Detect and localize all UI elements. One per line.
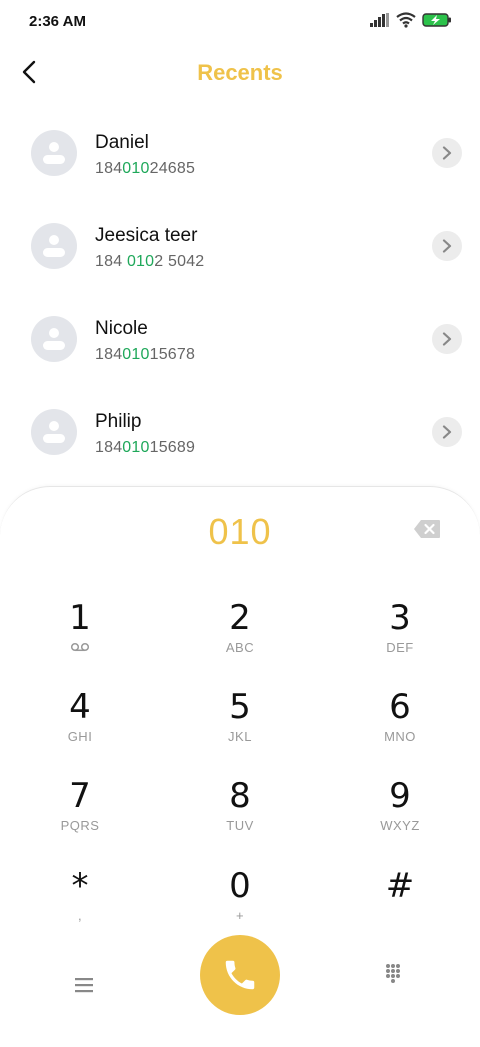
key-digit: # <box>385 866 415 906</box>
contact-details-button[interactable] <box>432 231 462 261</box>
key-8[interactable]: 8 TUV <box>180 776 300 856</box>
call-button[interactable] <box>200 935 280 1015</box>
avatar <box>31 223 77 269</box>
menu-icon <box>75 978 93 993</box>
key-digit: 6 <box>389 687 411 727</box>
key-letters: GHI <box>67 729 93 744</box>
contact-number: 18401015689 <box>95 439 196 456</box>
key-digit: 4 <box>69 687 91 727</box>
wifi-icon <box>396 12 416 28</box>
list-item[interactable]: Philip 18401015689 <box>0 387 480 480</box>
key-3[interactable]: 3 DEF <box>340 598 460 678</box>
chevron-right-icon <box>442 146 452 160</box>
status-time: 2:36 AM <box>29 13 86 30</box>
contact-number: 18401015678 <box>95 346 196 363</box>
keypad-toggle-button[interactable] <box>383 962 407 986</box>
key-digit: 2 <box>229 598 251 638</box>
avatar <box>31 316 77 362</box>
key-0[interactable]: 0 + <box>180 866 300 946</box>
key-letters: + <box>235 908 245 923</box>
key-7[interactable]: 7 PQRS <box>20 776 140 856</box>
contact-name: Nicole <box>95 318 148 339</box>
contact-name: Daniel <box>95 132 149 153</box>
key-digit: 1 <box>69 598 91 638</box>
key-digit: 5 <box>229 687 251 727</box>
key-letters: PQRS <box>60 818 100 833</box>
header: Recents <box>0 44 480 100</box>
key-letters: TUV <box>226 818 254 833</box>
contact-number: 18401024685 <box>95 160 196 177</box>
key-digit: 8 <box>229 776 251 816</box>
contact-name: Philip <box>95 411 142 432</box>
battery-charging-icon <box>422 13 451 27</box>
list-item[interactable]: Nicole 18401015678 <box>0 294 480 387</box>
contact-name: Jeesica teer <box>95 225 198 246</box>
key-digit: * <box>71 866 89 906</box>
key-digit: 9 <box>389 776 411 816</box>
contact-details-button[interactable] <box>432 324 462 354</box>
key-letters: MNO <box>384 729 416 744</box>
chevron-right-icon <box>442 425 452 439</box>
key-letters: ABC <box>225 640 255 655</box>
key-letters: , <box>77 908 83 923</box>
key-letters: JKL <box>228 729 252 744</box>
recents-list: Daniel 18401024685 Jeesica teer 184 0102… <box>0 108 480 480</box>
voicemail-icon <box>70 642 90 652</box>
signal-icon <box>370 13 389 27</box>
contact-details-button[interactable] <box>432 417 462 447</box>
key-letters: WXYZ <box>380 818 420 833</box>
key-6[interactable]: 6 MNO <box>340 687 460 767</box>
chevron-right-icon <box>442 239 452 253</box>
key-letters: DEF <box>386 640 414 655</box>
contact-details-button[interactable] <box>432 138 462 168</box>
menu-button[interactable] <box>72 974 98 996</box>
avatar <box>31 130 77 176</box>
person-icon <box>43 328 65 350</box>
key-hash[interactable]: # <box>340 866 460 946</box>
key-9[interactable]: 9 WXYZ <box>340 776 460 856</box>
status-bar: 2:36 AM <box>0 0 480 44</box>
phone-icon <box>225 960 255 990</box>
avatar <box>31 409 77 455</box>
key-1[interactable]: 1 <box>20 598 140 678</box>
chevron-right-icon <box>442 332 452 346</box>
key-digit: 7 <box>69 776 91 816</box>
page-title: Recents <box>197 60 283 85</box>
key-4[interactable]: 4 GHI <box>20 687 140 767</box>
person-icon <box>43 142 65 164</box>
key-star[interactable]: * , <box>20 866 140 946</box>
person-icon <box>43 235 65 257</box>
contact-number: 184 0102 5042 <box>95 253 205 270</box>
key-5[interactable]: 5 JKL <box>180 687 300 767</box>
list-item[interactable]: Daniel 18401024685 <box>0 108 480 201</box>
key-2[interactable]: 2 ABC <box>180 598 300 678</box>
dialed-number-display[interactable]: 010 <box>0 511 480 553</box>
backspace-icon[interactable] <box>413 519 441 539</box>
key-digit: 0 <box>229 866 251 906</box>
keypad-grid-icon <box>386 964 400 983</box>
list-item[interactable]: Jeesica teer 184 0102 5042 <box>0 201 480 294</box>
person-icon <box>43 421 65 443</box>
key-digit: 3 <box>389 598 411 638</box>
status-icons <box>370 12 452 28</box>
